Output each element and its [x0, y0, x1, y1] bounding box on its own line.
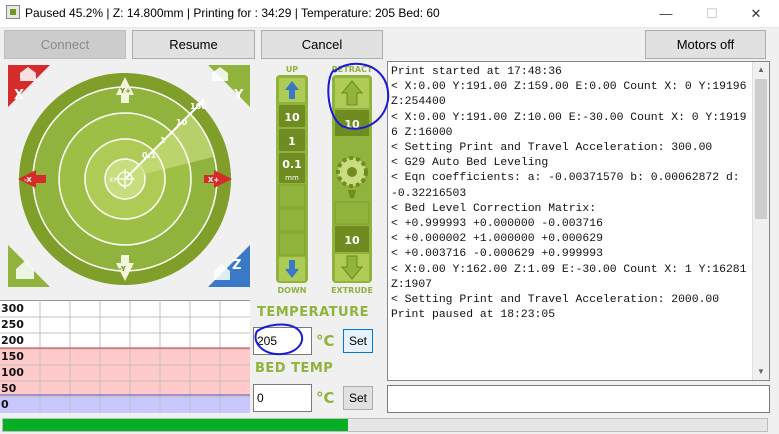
console-log-lines: Print started at 17:48:36 < X:0.00 Y:191.… — [391, 65, 753, 323]
y-tick-0: 0 — [1, 398, 9, 411]
bed-temp-input[interactable] — [253, 384, 312, 412]
maximize-button[interactable]: ☐ — [689, 0, 735, 28]
bed-set-button[interactable]: Set — [343, 386, 373, 410]
z-extruder-panel: UP 10 1 0.1 mm DOWN RETRACT 10 10 EXTRUD… — [276, 65, 373, 295]
log-line: < +0.000002 +1.000000 +0.000629 — [391, 233, 603, 246]
log-line: < X:0.00 Y:191.00 Z:10.00 E:-30.00 Count… — [391, 111, 747, 139]
z-step-down-1[interactable] — [278, 208, 306, 232]
scroll-up-icon[interactable]: ▲ — [753, 62, 769, 78]
log-line: < G29 Auto Bed Leveling — [391, 157, 549, 170]
app-icon — [6, 5, 20, 19]
xy-jog-control[interactable]: X Y Z 0.1 1 10 100 Y+ -Y -X X+ XY — [8, 65, 250, 297]
y-plus-label: Y+ — [119, 87, 131, 95]
y-minus-label: -Y — [119, 265, 127, 273]
step-label-0-1: 0.1 — [142, 151, 157, 160]
log-line: < X:0.00 Y:191.00 Z:159.00 E:0.00 Count … — [391, 81, 754, 109]
home-icon — [214, 264, 230, 280]
connect-button[interactable]: Connect — [4, 30, 126, 59]
print-progress-bar — [2, 418, 768, 432]
z-step-0-1-label: 0.1 — [282, 158, 302, 171]
temperature-title: TEMPERATURE — [257, 305, 369, 320]
close-button[interactable]: ✕ — [733, 0, 779, 28]
z-up-label: UP — [286, 65, 298, 74]
log-line: < X:0.00 Y:162.00 Z:1.09 E:-30.00 Count … — [391, 263, 754, 291]
step-label-100: 100 — [190, 102, 207, 111]
minimize-button[interactable]: — — [643, 0, 689, 28]
y-tick-250: 250 — [1, 318, 24, 331]
home-y-label: Y — [233, 88, 244, 103]
y-tick-300: 300 — [1, 302, 24, 315]
gear-icon — [347, 167, 357, 177]
print-progress-fill — [3, 419, 349, 431]
scroll-down-icon[interactable]: ▼ — [753, 364, 769, 380]
log-line: Print paused at 18:23:05 — [391, 309, 556, 322]
console-log[interactable]: Print started at 17:48:36 < X:0.00 Y:191.… — [387, 61, 770, 381]
log-line: < Bed Level Correction Matrix: — [391, 202, 597, 215]
log-line: < +0.999993 +0.000000 -0.003716 — [391, 218, 603, 231]
extrude-label: EXTRUDE — [331, 286, 373, 295]
extruder-spacer — [335, 138, 369, 150]
y-tick-50: 50 — [1, 382, 17, 395]
temperature-graph-canvas: 300 250 200 150 100 50 0 — [0, 301, 250, 413]
x-plus-label: X+ — [208, 176, 219, 184]
log-scrollbar[interactable]: ▲ ▼ — [752, 62, 769, 380]
y-tick-150: 150 — [1, 350, 24, 363]
step-label-1: 1 — [160, 136, 166, 145]
gcode-command-input[interactable] — [387, 385, 770, 413]
retract-label: RETRACT — [332, 65, 373, 74]
z-step-down-10[interactable] — [278, 232, 306, 256]
retract-amount-label: 10 — [344, 118, 360, 131]
log-line: < +0.003716 -0.000629 +0.999993 — [391, 248, 603, 261]
hotend-temp-unit: °C — [316, 332, 335, 350]
home-z-label: Z — [232, 258, 241, 273]
resume-button[interactable]: Resume — [132, 30, 255, 59]
title-bar: Paused 45.2% | Z: 14.800mm | Printing fo… — [0, 0, 779, 28]
z-step-down-0-1[interactable] — [278, 184, 306, 208]
y-tick-200: 200 — [1, 334, 24, 347]
window-title: Paused 45.2% | Z: 14.800mm | Printing fo… — [25, 6, 440, 20]
z-down-label: DOWN — [278, 286, 307, 295]
hotend-set-button[interactable]: Set — [343, 329, 373, 353]
log-line: < Setting Print and Travel Acceleration:… — [391, 142, 713, 155]
bed-temp-unit: °C — [316, 389, 335, 407]
bed-temp-title: BED TEMP — [255, 361, 334, 376]
log-line: < Eqn coefficients: a: -0.00371570 b: 0.… — [391, 172, 747, 200]
cancel-button[interactable]: Cancel — [261, 30, 383, 59]
x-minus-label: -X — [24, 176, 32, 184]
z-step-1-label: 1 — [288, 135, 296, 148]
home-x-label: X — [14, 88, 24, 103]
extrude-amount-label: 10 — [344, 234, 360, 247]
extruder-spacer — [334, 201, 370, 225]
hotend-temp-input[interactable] — [253, 327, 312, 355]
motors-off-button[interactable]: Motors off — [645, 30, 766, 59]
z-step-10-label: 10 — [284, 111, 300, 124]
temperature-graph: 300 250 200 150 100 50 0 — [0, 300, 250, 413]
center-label: XY — [109, 177, 117, 184]
log-line: Print started at 17:48:36 — [391, 66, 562, 78]
z-unit-label: mm — [285, 174, 299, 182]
step-label-10: 10 — [176, 118, 188, 127]
bed-zone — [0, 396, 250, 413]
hotend-zone — [0, 349, 250, 396]
scroll-thumb[interactable] — [755, 79, 767, 219]
home-z-button[interactable] — [208, 245, 250, 287]
y-tick-100: 100 — [1, 366, 24, 379]
log-line: < Setting Print and Travel Acceleration:… — [391, 294, 720, 307]
